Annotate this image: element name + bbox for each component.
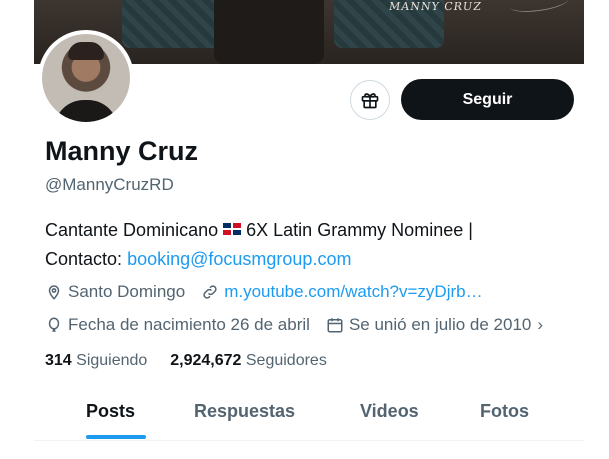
bio-email-link[interactable]: booking@focusmgroup.com — [127, 249, 351, 269]
following-count: 314 — [45, 352, 72, 369]
bio-text-2: 6X Latin Grammy Nominee | — [246, 220, 473, 240]
profile-birthday: Fecha de nacimiento 26 de abril — [68, 315, 310, 334]
balloon-icon — [45, 316, 63, 334]
link-icon — [201, 283, 219, 301]
avatar[interactable] — [38, 30, 134, 126]
followers-label: Seguidores — [245, 352, 327, 369]
location-icon — [45, 283, 63, 301]
profile-website-link[interactable]: m.youtube.com/watch?v=zyDjrb… — [224, 282, 482, 302]
chevron-right-icon[interactable]: › — [537, 315, 543, 335]
banner-brand-logo: MANNY CRUZ — [388, 0, 483, 13]
follow-stats: 314 Siguiendo 2,924,672 Seguidores — [45, 352, 327, 370]
gift-icon — [361, 93, 379, 109]
profile-handle: @MannyCruzRD — [45, 175, 174, 194]
tab-fotos[interactable]: Fotos — [480, 401, 529, 422]
profile-location: Santo Domingo — [68, 282, 186, 301]
followers-link[interactable]: 2,924,672 Seguidores — [170, 352, 327, 369]
banner-signature — [508, 0, 570, 16]
followers-count: 2,924,672 — [170, 352, 242, 369]
gift-button[interactable] — [350, 80, 390, 120]
tab-videos[interactable]: Videos — [360, 401, 419, 422]
profile-bio: Cantante Dominicano 6X Latin Grammy Nomi… — [45, 216, 585, 274]
tab-posts[interactable]: Posts — [86, 401, 135, 422]
profile-name: Manny Cruz — [45, 136, 199, 166]
tab-respuestas[interactable]: Respuestas — [194, 401, 295, 422]
following-label: Siguiendo — [76, 352, 148, 369]
profile-joined: Se unió en julio de 2010 — [348, 315, 532, 334]
profile-meta-row-2: Fecha de nacimiento 26 de abril Se unió … — [45, 315, 543, 335]
follow-button[interactable]: Seguir — [401, 79, 574, 120]
bio-contact-label: Contacto: — [45, 249, 123, 269]
following-link[interactable]: 314 Siguiendo — [45, 352, 152, 369]
dominican-flag-icon — [223, 223, 242, 235]
active-tab-indicator — [86, 435, 146, 439]
profile-tabs: Posts Respuestas Videos Fotos — [34, 390, 584, 441]
banner-person — [214, 0, 324, 64]
calendar-icon — [326, 316, 344, 334]
bio-text-1: Cantante Dominicano — [45, 220, 219, 240]
profile-meta-row-1: Santo Domingo m.youtube.com/watch?v=zyDj… — [45, 282, 483, 302]
